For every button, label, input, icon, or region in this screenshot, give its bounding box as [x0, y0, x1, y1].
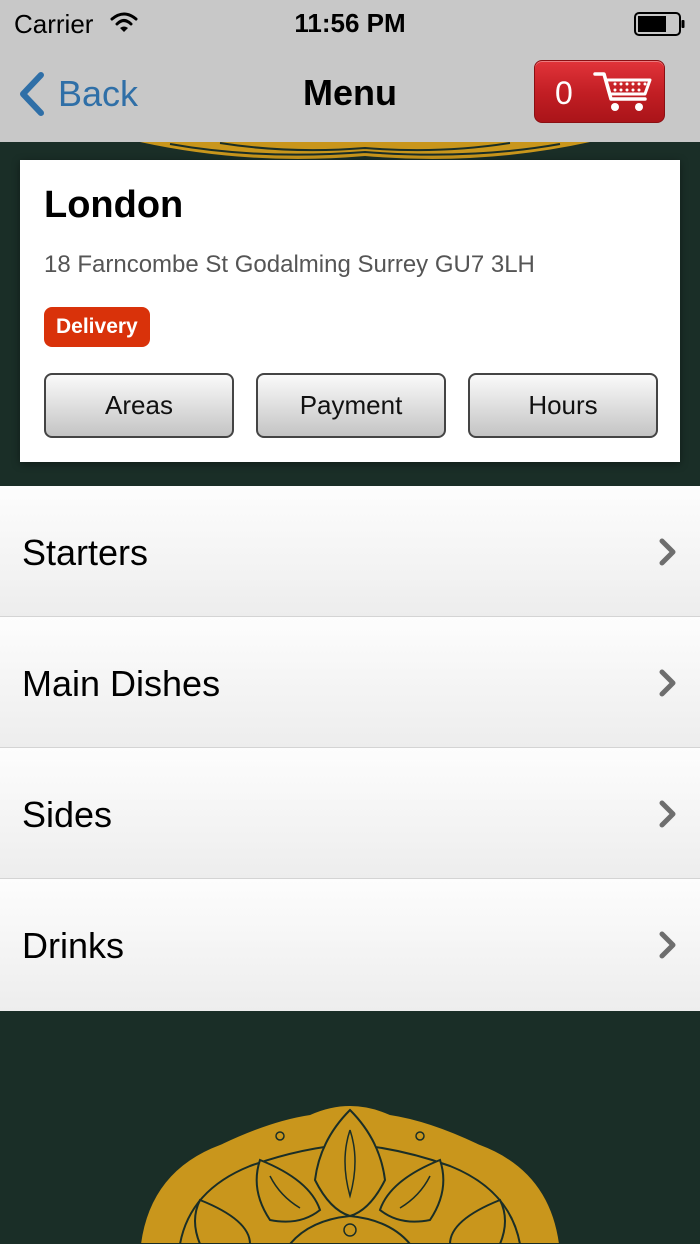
menu-item-label: Starters [22, 532, 149, 573]
hours-button[interactable]: Hours [468, 373, 658, 438]
back-chevron-icon [20, 72, 44, 116]
status-time: 11:56 PM [294, 8, 406, 38]
navigation-bar: Back Menu 0 [0, 46, 700, 142]
mandala-ornament-icon [140, 1104, 560, 1244]
cart-button[interactable]: 0 [534, 60, 665, 123]
menu-item-main-dishes[interactable]: Main Dishes [0, 617, 700, 748]
status-bar: Carrier 11:56 PM [0, 0, 700, 46]
cart-count: 0 [555, 75, 573, 111]
menu-item-label: Drinks [22, 925, 125, 966]
delivery-badge: Delivery [44, 307, 150, 347]
chevron-right-icon [659, 800, 676, 828]
menu-item-sides[interactable]: Sides [0, 748, 700, 879]
payment-button[interactable]: Payment [256, 373, 446, 438]
chevron-right-icon [659, 931, 676, 959]
menu-item-label: Sides [22, 794, 113, 835]
shopping-cart-icon [593, 72, 652, 111]
battery-icon [634, 12, 685, 36]
store-name: London [44, 184, 184, 226]
menu-category-list: Starters Main Dishes Sides Drinks [0, 486, 700, 1011]
store-address: 18 Farncombe St Godalming Surrey GU7 3LH [44, 251, 535, 278]
ornament-top-icon [140, 142, 590, 159]
chevron-right-icon [659, 669, 676, 697]
menu-item-label: Main Dishes [22, 663, 221, 704]
back-button[interactable]: Back [16, 70, 138, 118]
menu-item-starters[interactable]: Starters [0, 486, 700, 617]
back-label: Back [58, 73, 139, 114]
areas-button[interactable]: Areas [44, 373, 234, 438]
store-info-card: London 18 Farncombe St Godalming Surrey … [20, 160, 680, 462]
menu-item-drinks[interactable]: Drinks [0, 879, 700, 1011]
chevron-right-icon [659, 538, 676, 566]
